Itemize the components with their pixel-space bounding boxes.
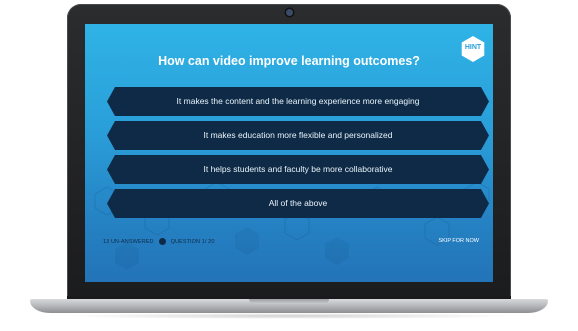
answer-label: It makes the content and the learning ex… (176, 96, 420, 106)
hint-button[interactable]: HINT (459, 35, 487, 63)
webcam (286, 9, 293, 16)
quiz-screen: How can video improve learning outcomes?… (85, 24, 493, 282)
question-progress: QUESTION 1/ 20 (170, 238, 215, 245)
laptop-notch (249, 299, 329, 304)
answer-list: It makes the content and the learning ex… (107, 87, 489, 223)
answer-option-2[interactable]: It makes education more flexible and per… (107, 121, 489, 150)
unanswered-count: 13 UN-ANSWERED (103, 238, 154, 245)
skip-button[interactable]: SKIP FOR NOW (438, 238, 479, 244)
answer-label: All of the above (268, 198, 328, 208)
quiz-status: 13 UN-ANSWERED QUESTION 1/ 20 (103, 238, 215, 245)
dot-icon (158, 238, 166, 245)
laptop-shadow (60, 313, 518, 319)
answer-option-3[interactable]: It helps students and faculty be more co… (107, 155, 489, 184)
answer-label: It makes education more flexible and per… (203, 130, 393, 140)
answer-option-1[interactable]: It makes the content and the learning ex… (107, 87, 489, 116)
hint-label: HINT (464, 44, 482, 51)
question-title: How can video improve learning outcomes? (158, 54, 420, 68)
answer-option-4[interactable]: All of the above (107, 189, 489, 218)
answer-label: It helps students and faculty be more co… (203, 164, 393, 174)
laptop-mockup: How can video improve learning outcomes?… (0, 0, 578, 331)
